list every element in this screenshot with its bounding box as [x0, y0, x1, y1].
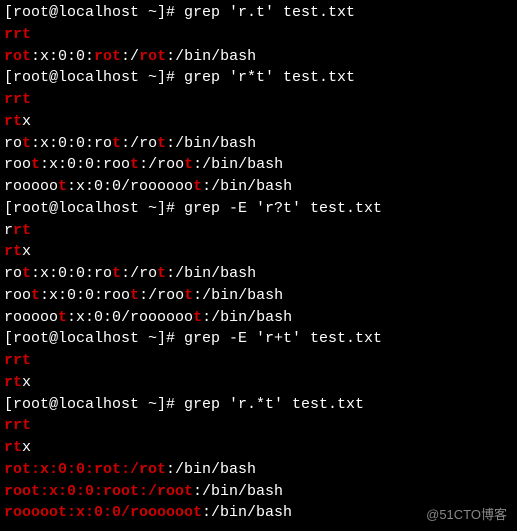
text-segment: ro	[4, 265, 22, 282]
text-segment: t	[112, 135, 121, 152]
text-segment: rrt	[4, 91, 31, 108]
terminal-line: root:x:0:0:root:/root:/bin/bash	[4, 481, 513, 503]
terminal-line: [root@localhost ~]# grep -E 'r+t' test.t…	[4, 328, 513, 350]
text-segment: :x:0:0:ro	[31, 265, 112, 282]
text-segment: t	[31, 156, 40, 173]
text-segment: :/roo	[139, 287, 184, 304]
text-segment: t	[31, 287, 40, 304]
text-segment: t	[130, 156, 139, 173]
text-segment: :x:0:0/roooooo	[67, 178, 193, 195]
terminal-line: rrt	[4, 24, 513, 46]
text-segment: [root@localhost ~]# grep 'r.*t' test.txt	[4, 396, 364, 413]
terminal-line: [root@localhost ~]# grep -E 'r?t' test.t…	[4, 198, 513, 220]
text-segment: rt	[4, 243, 22, 260]
terminal-line: rooooot:x:0:0/roooooot:/bin/bash	[4, 307, 513, 329]
text-segment: t	[58, 309, 67, 326]
text-segment: rooooo	[4, 309, 58, 326]
terminal-line: rtx	[4, 372, 513, 394]
text-segment: rot:x:0:0:rot:/rot	[4, 461, 166, 478]
text-segment: :x:0:0:roo	[40, 287, 130, 304]
text-segment: t	[157, 135, 166, 152]
terminal-line: rrt	[4, 89, 513, 111]
terminal-line: root:x:0:0:root:/root:/bin/bash	[4, 154, 513, 176]
terminal-line: rtx	[4, 111, 513, 133]
text-segment: rt	[4, 439, 22, 456]
text-segment: :/ro	[121, 135, 157, 152]
terminal-line: rtx	[4, 437, 513, 459]
text-segment: root:x:0:0:root:/root	[4, 483, 193, 500]
text-segment: :/bin/bash	[166, 48, 256, 65]
text-segment: :/bin/bash	[166, 135, 256, 152]
terminal-line: [root@localhost ~]# grep 'r.t' test.txt	[4, 2, 513, 24]
terminal-line: rot:x:0:0:rot:/rot:/bin/bash	[4, 263, 513, 285]
text-segment: t	[157, 265, 166, 282]
text-segment: [root@localhost ~]# grep 'r*t' test.txt	[4, 69, 355, 86]
text-segment: :/bin/bash	[166, 461, 256, 478]
text-segment: :x:0:0/roooooo	[67, 309, 193, 326]
text-segment: :/bin/bash	[193, 287, 283, 304]
text-segment: :x:0:0:	[31, 48, 94, 65]
text-segment: :x:0:0:roo	[40, 156, 130, 173]
text-segment: :x:0:0:ro	[31, 135, 112, 152]
text-segment: t	[130, 287, 139, 304]
text-segment: t	[22, 135, 31, 152]
text-segment: rot	[4, 48, 31, 65]
text-segment: r	[4, 222, 13, 239]
terminal-line: rrt	[4, 220, 513, 242]
text-segment: x	[22, 374, 31, 391]
text-segment: t	[112, 265, 121, 282]
text-segment: t	[184, 287, 193, 304]
terminal-line: root:x:0:0:root:/root:/bin/bash	[4, 285, 513, 307]
text-segment: rrt	[4, 417, 31, 434]
text-segment: rrt	[4, 352, 31, 369]
text-segment: x	[22, 439, 31, 456]
terminal-line: rot:x:0:0:rot:/rot:/bin/bash	[4, 459, 513, 481]
text-segment: :/bin/bash	[193, 483, 283, 500]
text-segment: :/ro	[121, 265, 157, 282]
terminal-line: [root@localhost ~]# grep 'r*t' test.txt	[4, 67, 513, 89]
text-segment: rooooot:x:0:0/roooooot	[4, 504, 202, 521]
text-segment: :/roo	[139, 156, 184, 173]
text-segment: rot	[94, 48, 121, 65]
text-segment: :/bin/bash	[166, 265, 256, 282]
text-segment: t	[22, 265, 31, 282]
text-segment: :/bin/bash	[202, 504, 292, 521]
text-segment: t	[184, 156, 193, 173]
text-segment: [root@localhost ~]# grep -E 'r?t' test.t…	[4, 200, 382, 217]
text-segment: [root@localhost ~]# grep -E 'r+t' test.t…	[4, 330, 382, 347]
text-segment: [root@localhost ~]# grep 'r.t' test.txt	[4, 4, 355, 21]
text-segment: rot	[139, 48, 166, 65]
text-segment: t	[193, 178, 202, 195]
text-segment: rooooo	[4, 178, 58, 195]
terminal-line: rooooot:x:0:0/roooooot:/bin/bash	[4, 176, 513, 198]
text-segment: ro	[4, 135, 22, 152]
text-segment: roo	[4, 287, 31, 304]
text-segment: x	[22, 113, 31, 130]
text-segment: roo	[4, 156, 31, 173]
text-segment: t	[193, 309, 202, 326]
terminal-line: rot:x:0:0:rot:/rot:/bin/bash	[4, 46, 513, 68]
text-segment: :/bin/bash	[202, 309, 292, 326]
text-segment: rt	[13, 222, 31, 239]
text-segment: x	[22, 243, 31, 260]
text-segment: t	[58, 178, 67, 195]
terminal-line: rrt	[4, 350, 513, 372]
text-segment: :/bin/bash	[193, 156, 283, 173]
text-segment: :/	[121, 48, 139, 65]
text-segment: rt	[4, 113, 22, 130]
terminal-output: [root@localhost ~]# grep 'r.t' test.txt r…	[4, 2, 513, 524]
text-segment: rrt	[4, 26, 31, 43]
text-segment: :/bin/bash	[202, 178, 292, 195]
terminal-line: rtx	[4, 241, 513, 263]
text-segment: rt	[4, 374, 22, 391]
watermark: @51CTO博客	[426, 506, 507, 525]
terminal-line: rot:x:0:0:rot:/rot:/bin/bash	[4, 133, 513, 155]
terminal-line: rrt	[4, 415, 513, 437]
terminal-line: [root@localhost ~]# grep 'r.*t' test.txt	[4, 394, 513, 416]
